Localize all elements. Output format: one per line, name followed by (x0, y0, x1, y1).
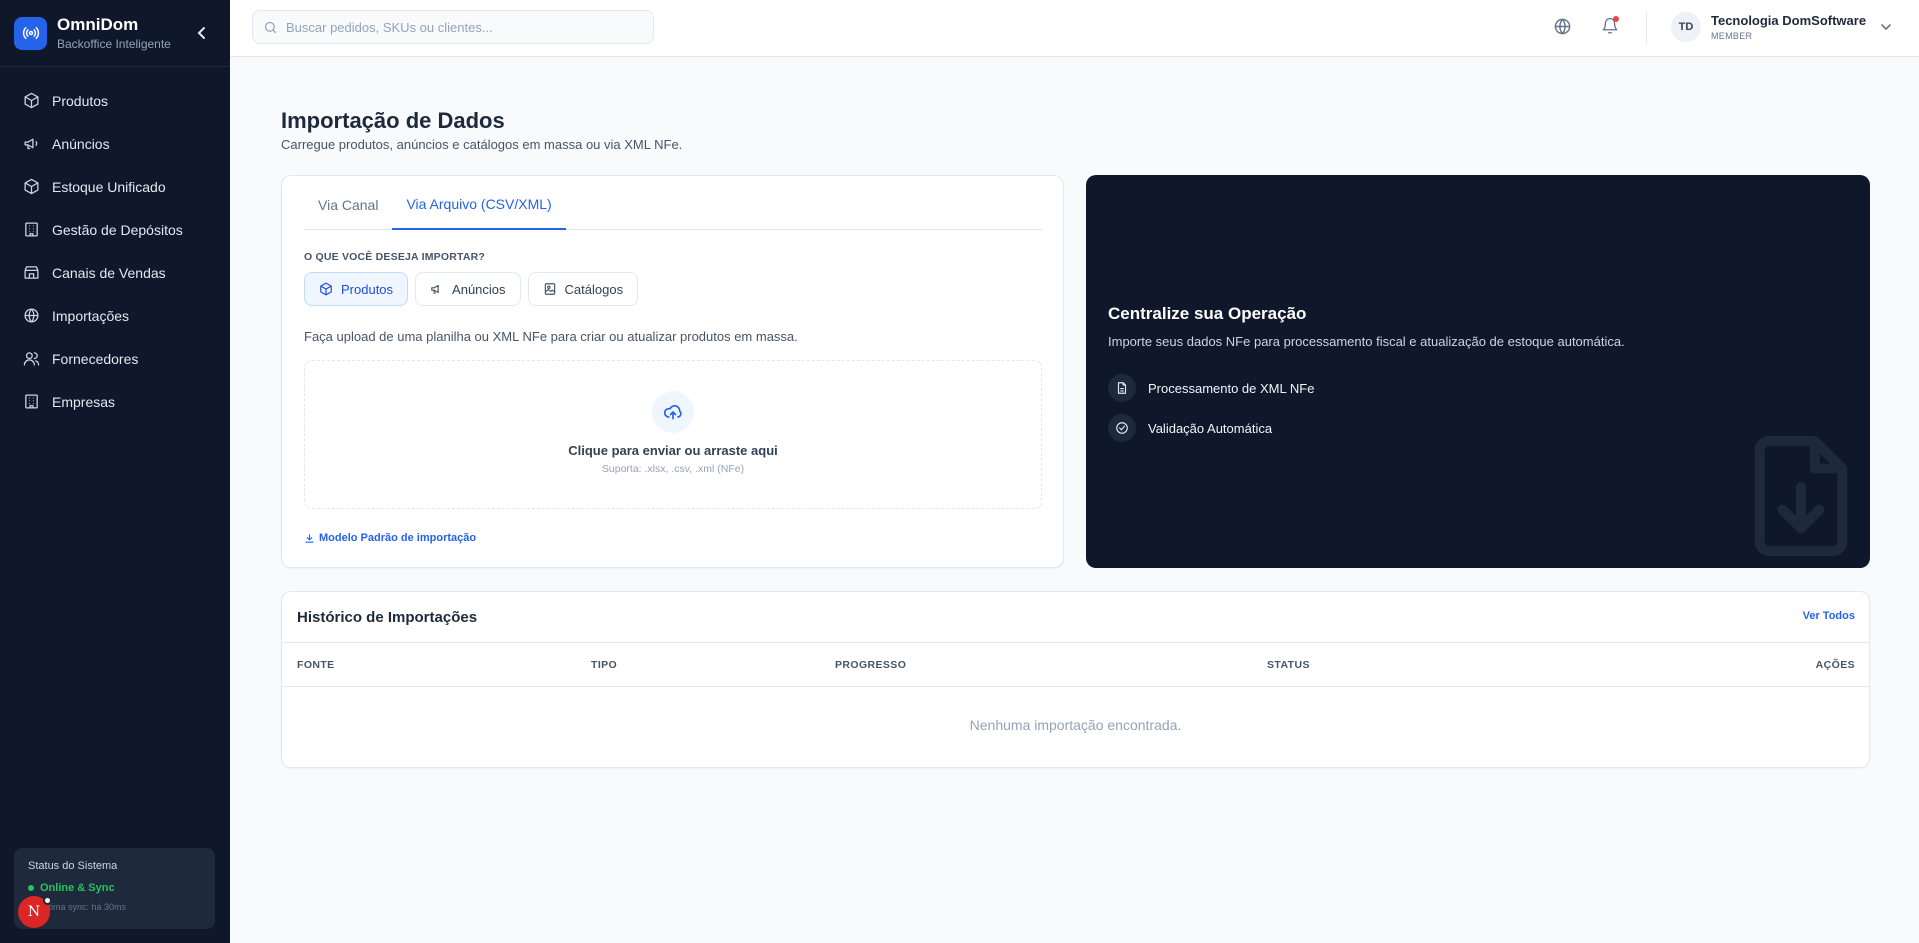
sidebar-nav: Produtos Anúncios Estoque Unificado Gest… (0, 67, 230, 423)
status-badge: Online & Sync (28, 882, 201, 894)
dropzone-title: Clique para enviar ou arraste aqui (568, 443, 778, 458)
topbar: TD Tecnologia DomSoftware MEMBER (230, 0, 1919, 57)
download-template-link[interactable]: Modelo Padrão de importação (304, 532, 476, 544)
sidebar-item-label: Fornecedores (52, 350, 139, 367)
profile-menu[interactable]: TD Tecnologia DomSoftware MEMBER (1671, 12, 1892, 42)
type-label: Anúncios (452, 281, 506, 297)
search-icon (263, 20, 278, 35)
promo-panel: Centralize sua Operação Importe seus dad… (1086, 175, 1870, 568)
status-state: Online & Sync (40, 882, 115, 894)
users-icon (22, 350, 40, 368)
search-box[interactable] (252, 10, 654, 44)
history-title: Histórico de Importações (297, 609, 478, 626)
sidebar-item-gestao-de-depositos[interactable]: Gestão de Depósitos (0, 208, 230, 251)
sidebar-item-empresas[interactable]: Empresas (0, 380, 230, 423)
view-all-link[interactable]: Ver Todos (1803, 610, 1855, 622)
dropzone-formats: Suporta: .xlsx, .csv, .xml (NFe) (601, 463, 745, 475)
online-dot (28, 885, 34, 891)
upload-description: Faça upload de uma planilha ou XML NFe p… (304, 329, 798, 344)
sidebar-item-label: Anúncios (52, 135, 110, 152)
page-subtitle: Carregue produtos, anúncios e catálogos … (281, 137, 683, 152)
brand-subtitle: Backoffice Inteligente (57, 37, 171, 51)
presence-dot (43, 896, 52, 905)
check-circle-icon (1108, 414, 1136, 442)
image-file-icon (543, 282, 557, 296)
language-button[interactable] (1551, 15, 1573, 37)
chevron-down-icon (1880, 21, 1892, 33)
sidebar-item-label: Empresas (52, 393, 116, 410)
type-catalogos-button[interactable]: Catálogos (527, 272, 639, 306)
building-icon (22, 393, 40, 411)
box-icon (22, 178, 40, 196)
sidebar-item-label: Produtos (52, 92, 109, 109)
column-header: PROGRESSO (835, 659, 907, 671)
sidebar-item-anuncios[interactable]: Anúncios (0, 122, 230, 165)
page-title: Importação de Dados (281, 108, 505, 133)
sidebar: OmniDom Backoffice Inteligente Produtos … (0, 0, 230, 943)
brand: OmniDom Backoffice Inteligente (0, 0, 230, 67)
user-avatar-button[interactable]: N (18, 896, 52, 928)
sidebar-item-label: Canais de Vendas (52, 264, 166, 281)
sidebar-item-estoque-unificado[interactable]: Estoque Unificado (0, 165, 230, 208)
column-header: TIPO (591, 659, 618, 671)
sidebar-item-fornecedores[interactable]: Fornecedores (0, 337, 230, 380)
box-icon (319, 282, 333, 296)
cloud-upload-icon (652, 391, 694, 433)
import-type-group: Produtos Anúncios Catálogos (304, 272, 645, 306)
broadcast-icon (14, 16, 47, 50)
download-icon (304, 533, 315, 544)
import-tabs: Via Canal Via Arquivo (CSV/XML) (304, 176, 1042, 230)
type-label: Catálogos (564, 281, 624, 297)
megaphone-icon (430, 282, 444, 296)
import-history-card: Histórico de Importações Ver Todos FONTE… (281, 591, 1870, 768)
promo-description: Importe seus dados NFe para processament… (1108, 334, 1625, 349)
globe-icon (1554, 18, 1570, 34)
sidebar-item-importacoes[interactable]: Importações (0, 294, 230, 337)
collapse-sidebar-button[interactable] (194, 24, 210, 42)
feature-label: Processamento de XML NFe (1148, 380, 1315, 396)
divider (1646, 12, 1647, 44)
column-header: FONTE (297, 659, 335, 671)
store-icon (22, 264, 40, 282)
user-initial: N (27, 904, 41, 920)
profile-name: Tecnologia DomSoftware (1711, 13, 1867, 28)
feature-item: Processamento de XML NFe (1108, 374, 1314, 402)
import-card: Via Canal Via Arquivo (CSV/XML) O QUE VO… (281, 175, 1064, 568)
box-icon (22, 92, 40, 110)
last-sync: Última sync: há 30ms (40, 902, 127, 912)
profile-role: MEMBER (1711, 31, 1753, 41)
sidebar-item-label: Importações (52, 307, 130, 324)
type-produtos-button[interactable]: Produtos (304, 272, 409, 306)
search-input[interactable] (286, 19, 626, 35)
tab-via-arquivo[interactable]: Via Arquivo (CSV/XML) (392, 176, 566, 230)
type-anuncios-button[interactable]: Anúncios (415, 272, 521, 306)
sidebar-item-produtos[interactable]: Produtos (0, 79, 230, 122)
feature-label: Validação Automática (1148, 420, 1273, 436)
column-header: AÇÕES (1815, 659, 1855, 671)
file-download-icon (1746, 431, 1856, 566)
file-icon (1108, 374, 1136, 402)
feature-item: Validação Automática (1108, 414, 1272, 442)
sidebar-item-label: Gestão de Depósitos (52, 221, 183, 238)
building-icon (22, 221, 40, 239)
promo-title: Centralize sua Operação (1108, 304, 1307, 323)
column-header: STATUS (1267, 659, 1310, 671)
globe-icon (22, 307, 40, 325)
status-title: Status do Sistema (28, 860, 118, 872)
sidebar-item-canais-de-vendas[interactable]: Canais de Vendas (0, 251, 230, 294)
avatar: TD (1671, 12, 1701, 42)
notification-dot (1613, 16, 1619, 22)
upload-dropzone[interactable]: Clique para enviar ou arraste aqui Supor… (304, 360, 1042, 509)
tab-via-canal[interactable]: Via Canal (304, 176, 392, 230)
template-link-label: Modelo Padrão de importação (319, 532, 477, 544)
notifications-button[interactable] (1599, 15, 1621, 37)
sidebar-item-label: Estoque Unificado (52, 178, 166, 195)
brand-name: OmniDom (57, 15, 139, 34)
type-label: Produtos (341, 281, 394, 297)
section-label: O QUE VOCÊ DESEJA IMPORTAR? (304, 251, 486, 263)
empty-state: Nenhuma importação encontrada. (969, 717, 1182, 733)
megaphone-icon (22, 135, 40, 153)
table-header: FONTE TIPO PROGRESSO STATUS AÇÕES (282, 642, 1869, 687)
